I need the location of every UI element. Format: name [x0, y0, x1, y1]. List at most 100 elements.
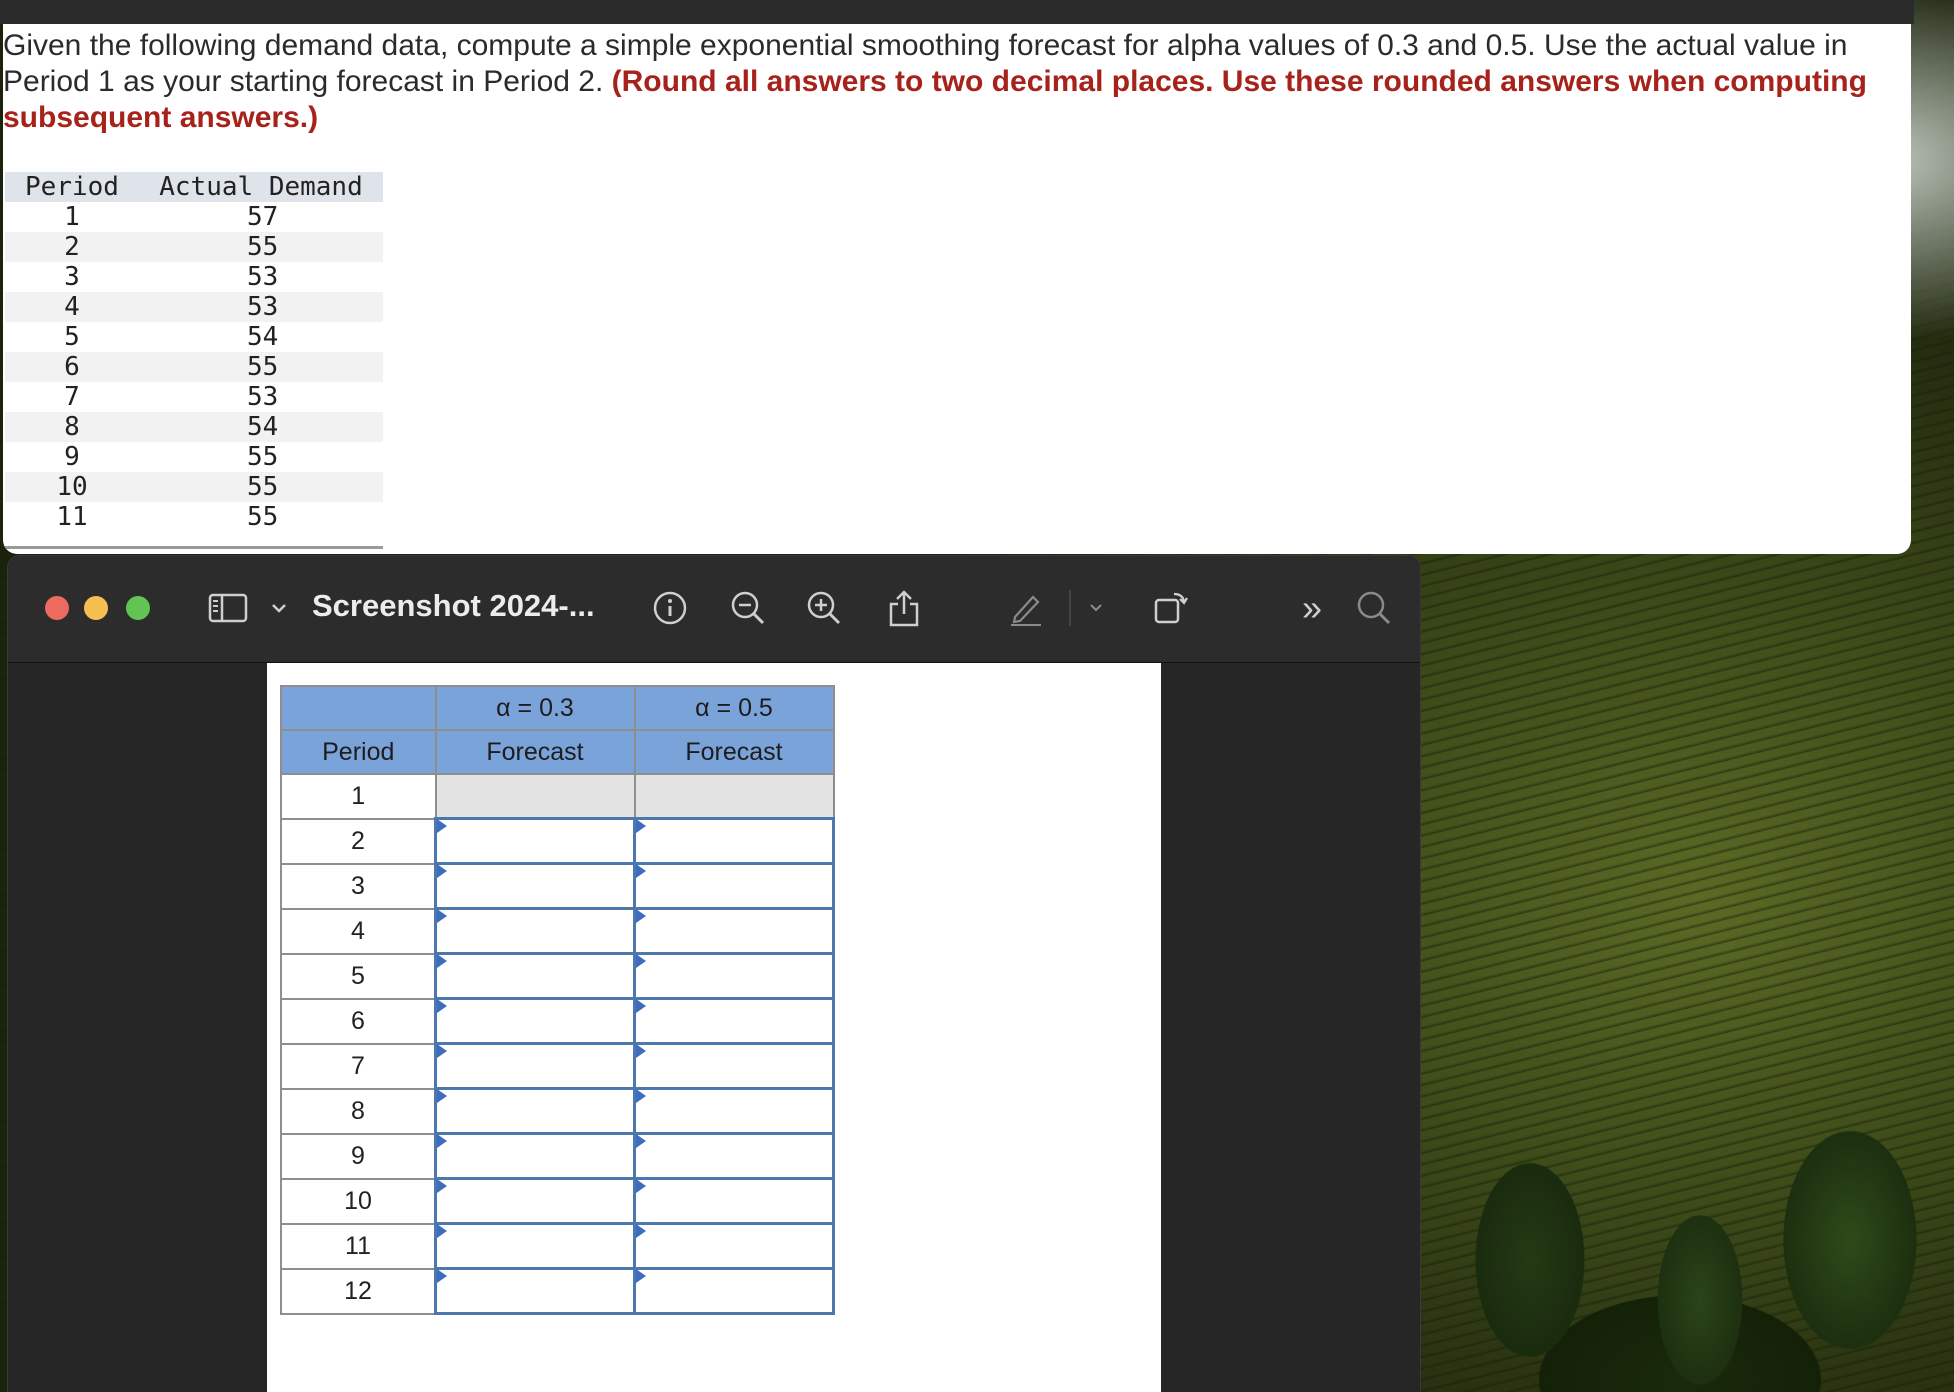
table-row: 7 — [280, 1042, 835, 1090]
table-row: 5 54 — [5, 322, 383, 352]
forecast-input-alpha-03[interactable] — [434, 907, 636, 955]
demand-cell: 54 — [139, 412, 383, 442]
input-marker-icon — [437, 954, 447, 968]
input-marker-icon — [636, 909, 646, 923]
input-marker-icon — [636, 819, 646, 833]
close-button[interactable] — [45, 596, 69, 620]
period-cell: 2 — [5, 232, 139, 262]
forecast-input-alpha-03[interactable] — [434, 952, 636, 1000]
forecast-period-cell: 11 — [280, 1222, 437, 1270]
forecast-header-period: Period — [280, 729, 437, 775]
table-row: 3 — [280, 862, 835, 910]
period-cell: 8 — [5, 412, 139, 442]
table-row: 8 — [280, 1087, 835, 1135]
input-marker-icon — [636, 1089, 646, 1103]
demand-cell: 55 — [139, 352, 383, 382]
toolbar-divider — [1066, 586, 1074, 630]
table-row: 11 55 — [5, 502, 383, 532]
input-marker-icon — [636, 999, 646, 1013]
forecast-input-alpha-05[interactable] — [633, 952, 835, 1000]
forecast-input-alpha-03[interactable] — [434, 1042, 636, 1090]
input-marker-icon — [636, 1269, 646, 1283]
forecast-header-blank — [280, 685, 437, 731]
forecast-period-cell: 6 — [280, 997, 437, 1045]
forecast-table: α = 0.3 α = 0.5 Period Forecast Forecast… — [280, 685, 835, 1315]
chevron-down-icon[interactable] — [1084, 586, 1108, 630]
table-row: 9 55 — [5, 442, 383, 472]
forecast-period-cell: 4 — [280, 907, 437, 955]
table-row: 1 57 — [5, 202, 383, 232]
forecast-input-alpha-05[interactable] — [633, 1087, 835, 1135]
more-icon[interactable]: » — [1292, 586, 1332, 630]
period-cell: 4 — [5, 292, 139, 322]
table-row: 5 — [280, 952, 835, 1000]
forecast-period-cell: 1 — [280, 773, 437, 820]
zoom-in-icon[interactable] — [802, 586, 846, 630]
demand-cell: 53 — [139, 292, 383, 322]
share-icon[interactable] — [882, 586, 926, 630]
minimize-button[interactable] — [84, 596, 108, 620]
input-marker-icon — [437, 819, 447, 833]
demand-cell: 55 — [247, 442, 279, 472]
question-text: Given the following demand data, compute… — [3, 28, 1883, 136]
table-row: 12 — [280, 1267, 835, 1315]
forecast-period-cell: 2 — [280, 817, 437, 865]
table-row: 4 53 — [5, 292, 383, 322]
table-row: 4 — [280, 907, 835, 955]
input-marker-icon — [636, 1134, 646, 1148]
input-marker-icon — [437, 1134, 447, 1148]
forecast-input-alpha-05[interactable] — [633, 862, 835, 910]
input-marker-icon — [437, 909, 447, 923]
forecast-period-cell: 8 — [280, 1087, 437, 1135]
fullscreen-button[interactable] — [126, 596, 150, 620]
markup-pen-icon[interactable] — [1004, 586, 1048, 630]
forecast-input-alpha-03[interactable] — [434, 1132, 636, 1180]
forecast-input-alpha-03[interactable] — [434, 1087, 636, 1135]
forecast-header-forecast-03: Forecast — [434, 729, 636, 775]
forecast-input-alpha-05[interactable] — [633, 1222, 835, 1270]
zoom-out-icon[interactable] — [726, 586, 770, 630]
demand-cell: 55 — [139, 232, 383, 262]
forecast-header-alpha-03: α = 0.3 — [434, 685, 636, 731]
input-marker-icon — [437, 1224, 447, 1238]
forecast-input-alpha-05[interactable] — [633, 1267, 835, 1315]
forecast-input-alpha-03[interactable] — [434, 862, 636, 910]
forecast-input-alpha-03[interactable] — [434, 1222, 636, 1270]
table-row: 2 — [280, 817, 835, 865]
demand-cell: 55 — [247, 502, 279, 532]
window-title: Screenshot 2024-... — [312, 588, 595, 623]
window-titlebar[interactable]: Screenshot 2024-... » — [8, 556, 1420, 663]
forecast-input-alpha-05[interactable] — [633, 997, 835, 1045]
forecast-input-alpha-03[interactable] — [434, 817, 636, 865]
info-icon[interactable] — [648, 586, 692, 630]
table-row: 10 55 — [5, 472, 383, 502]
input-marker-icon — [636, 954, 646, 968]
period-cell: 6 — [5, 352, 139, 382]
forecast-input-alpha-05[interactable] — [633, 1042, 835, 1090]
question-panel: Given the following demand data, compute… — [3, 24, 1911, 554]
table-row: 11 — [280, 1222, 835, 1270]
forecast-cell-disabled-alpha-03 — [434, 773, 636, 820]
table-row: 9 — [280, 1132, 835, 1180]
rotate-icon[interactable] — [1148, 586, 1192, 630]
period-cell: 5 — [64, 322, 80, 352]
table-row: 1 — [280, 773, 835, 820]
period-cell: 3 — [64, 262, 80, 292]
forecast-input-alpha-05[interactable] — [633, 907, 835, 955]
forecast-input-alpha-05[interactable] — [633, 817, 835, 865]
chevron-down-icon[interactable] — [266, 586, 292, 630]
demand-table: Period Actual Demand 1 57 2 55 3 53 4 53 5 54 6 55 7… — [5, 172, 383, 532]
forecast-header-alpha-05: α = 0.5 — [633, 685, 835, 731]
forecast-input-alpha-03[interactable] — [434, 1177, 636, 1225]
sidebar-icon[interactable] — [206, 586, 250, 630]
forecast-input-alpha-05[interactable] — [633, 1132, 835, 1180]
forecast-input-alpha-05[interactable] — [633, 1177, 835, 1225]
period-cell: 9 — [64, 442, 80, 472]
forecast-period-cell: 3 — [280, 862, 437, 910]
forecast-input-alpha-03[interactable] — [434, 997, 636, 1045]
forecast-input-alpha-03[interactable] — [434, 1267, 636, 1315]
demand-cell: 54 — [247, 322, 279, 352]
search-icon[interactable] — [1352, 586, 1396, 630]
demand-cell: 53 — [247, 382, 279, 412]
input-marker-icon — [636, 1179, 646, 1193]
